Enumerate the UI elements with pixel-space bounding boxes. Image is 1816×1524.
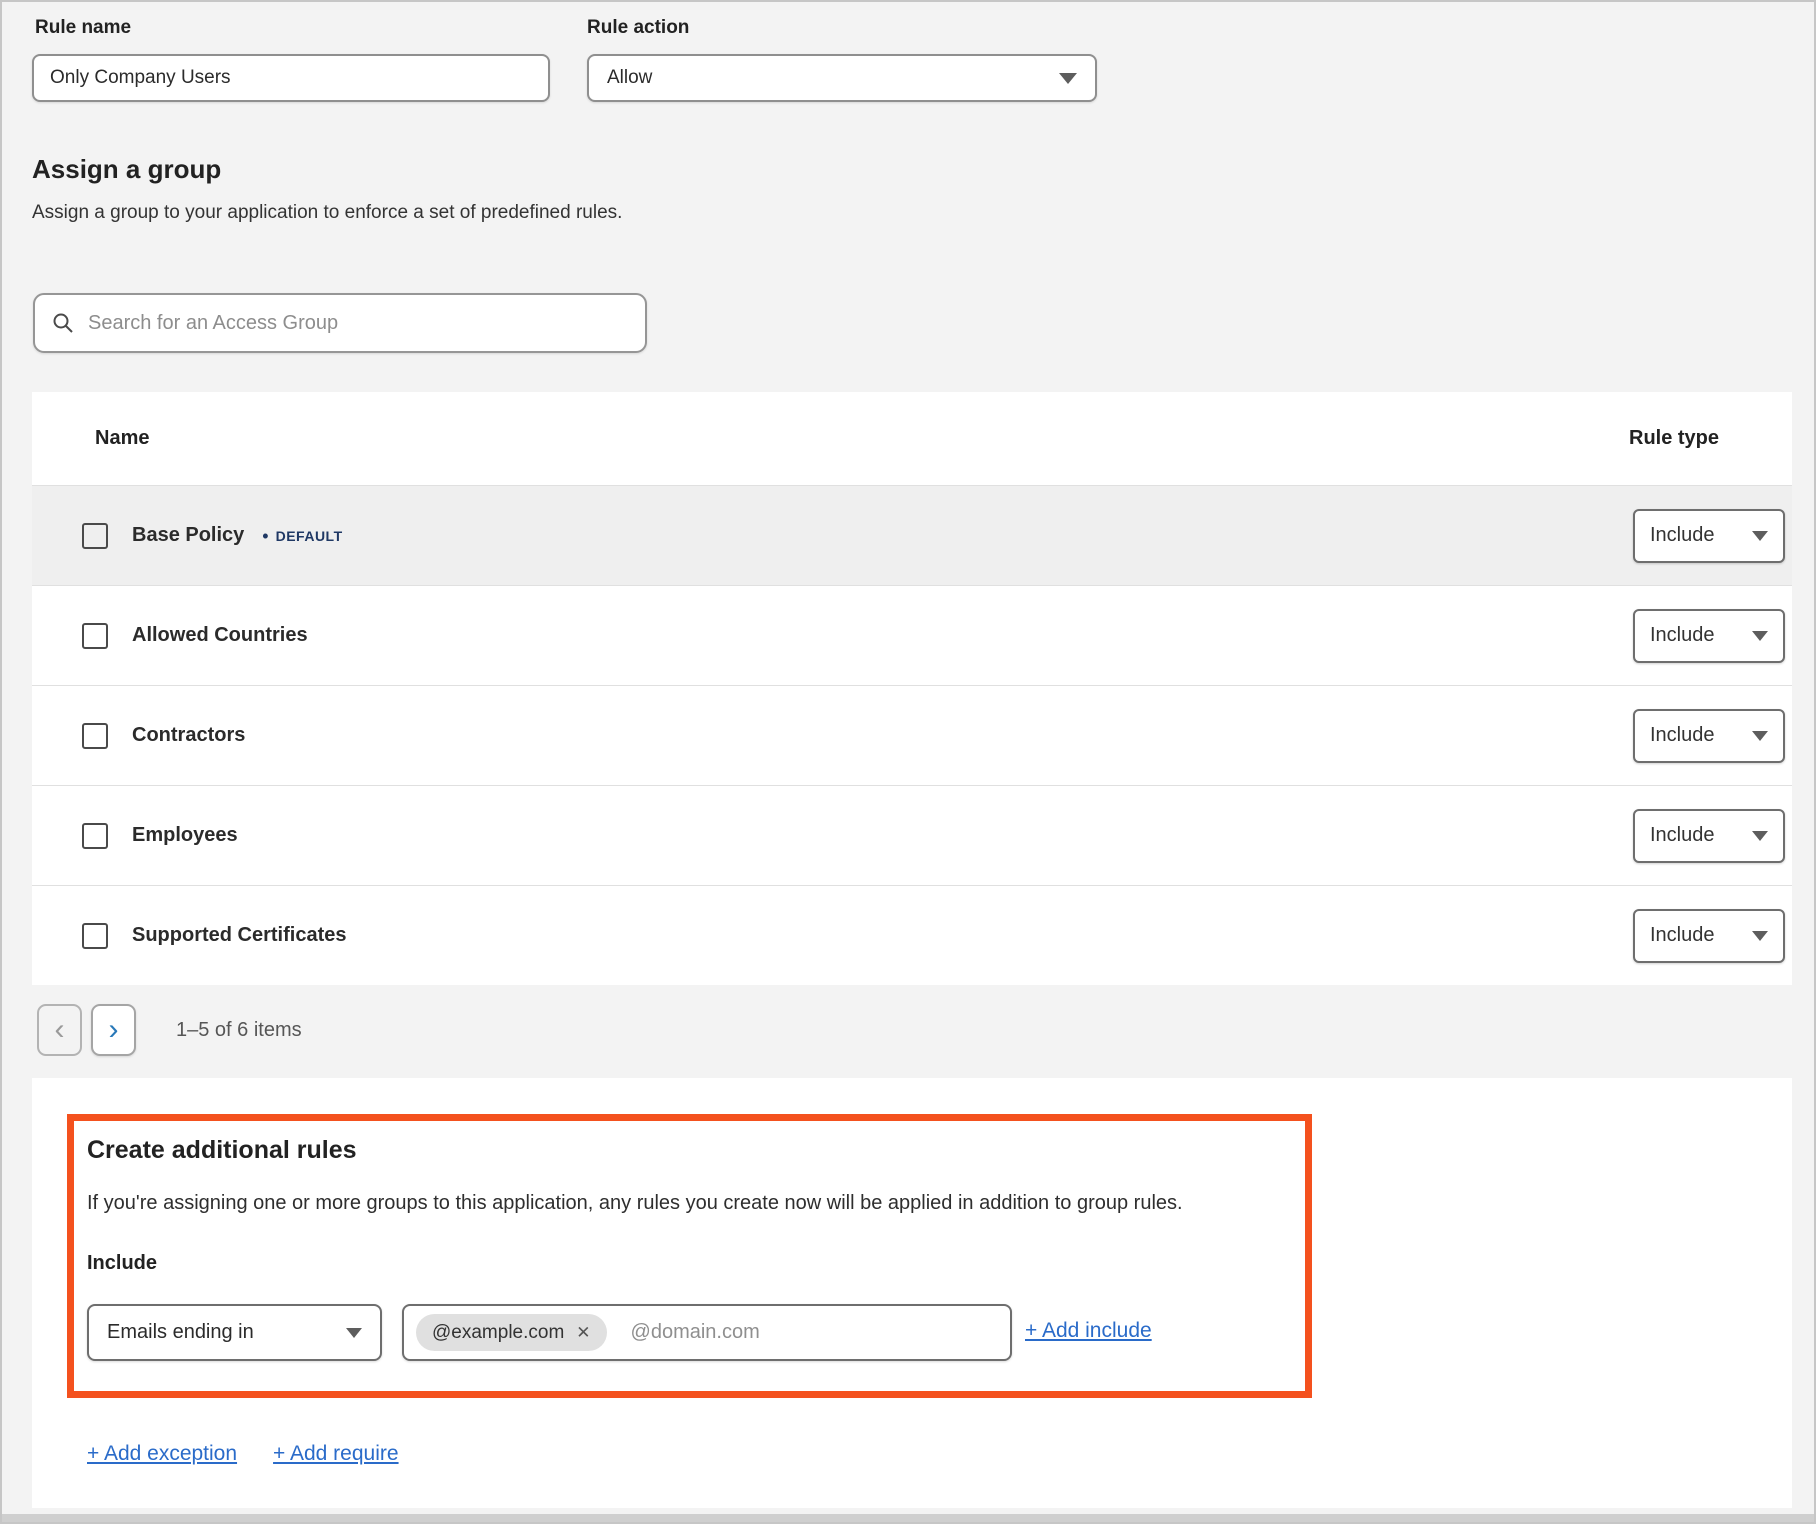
- rule-type-value: Include: [1650, 724, 1715, 747]
- rule-type-select[interactable]: Include: [1633, 509, 1785, 563]
- include-condition-value: Emails ending in: [107, 1321, 254, 1344]
- rule-type-select[interactable]: Include: [1633, 809, 1785, 863]
- chevron-down-icon: [1752, 631, 1768, 641]
- pagination: ‹ › 1–5 of 6 items: [37, 1004, 302, 1056]
- default-badge: • DEFAULT: [262, 527, 342, 545]
- table-row: Supported Certificates Include: [32, 885, 1792, 985]
- access-group-search: [33, 293, 647, 353]
- chevron-left-icon: ‹: [55, 1015, 65, 1045]
- table-row: Employees Include: [32, 785, 1792, 885]
- rule-action-label: Rule action: [587, 17, 689, 39]
- add-exception-link[interactable]: + Add exception: [87, 1442, 237, 1466]
- rule-type-value: Include: [1650, 524, 1715, 547]
- row-checkbox[interactable]: [82, 623, 108, 649]
- assign-group-description: Assign a group to your application to en…: [32, 202, 622, 224]
- rule-action-select[interactable]: Allow: [587, 54, 1097, 102]
- badge-dot: •: [262, 527, 268, 545]
- row-name: Contractors: [132, 724, 245, 747]
- chevron-right-icon: ›: [109, 1015, 119, 1045]
- group-table-body: Base Policy • DEFAULT Include Allowed Co…: [32, 485, 1792, 985]
- chevron-down-icon: [1752, 531, 1768, 541]
- row-name: Base Policy: [132, 524, 244, 547]
- row-name: Employees: [132, 824, 238, 847]
- rule-name-label: Rule name: [35, 17, 131, 39]
- rule-editor-page: Rule name Rule action Allow Assign a gro…: [0, 0, 1816, 1524]
- previous-page-button[interactable]: ‹: [37, 1004, 82, 1056]
- row-checkbox[interactable]: [82, 823, 108, 849]
- horizontal-scrollbar[interactable]: [2, 1514, 1814, 1522]
- table-row: Base Policy • DEFAULT Include: [32, 485, 1792, 585]
- rule-type-value: Include: [1650, 624, 1715, 647]
- column-header-rule-type: Rule type: [1629, 427, 1719, 450]
- chip-label: @example.com: [432, 1322, 564, 1344]
- row-name: Allowed Countries: [132, 624, 308, 647]
- chip-remove-icon[interactable]: ✕: [576, 1324, 590, 1341]
- assign-group-title: Assign a group: [32, 154, 221, 185]
- email-domain-input[interactable]: [631, 1321, 998, 1344]
- next-page-button[interactable]: ›: [91, 1004, 136, 1056]
- include-condition-select[interactable]: Emails ending in: [87, 1304, 382, 1361]
- pagination-range-label: 1–5 of 6 items: [176, 1019, 302, 1042]
- access-group-table: Name Rule type Base Policy • DEFAULT Inc…: [32, 392, 1792, 985]
- chevron-down-icon: [1752, 931, 1768, 941]
- rule-name-input[interactable]: [32, 54, 550, 102]
- search-icon: [52, 312, 74, 334]
- row-checkbox[interactable]: [82, 723, 108, 749]
- additional-rules-title: Create additional rules: [87, 1136, 357, 1165]
- search-input[interactable]: [88, 312, 628, 335]
- email-domain-field: @example.com ✕: [402, 1304, 1012, 1361]
- row-name: Supported Certificates: [132, 924, 346, 947]
- column-header-name: Name: [95, 427, 149, 450]
- chevron-down-icon: [346, 1328, 362, 1338]
- rule-type-select[interactable]: Include: [1633, 709, 1785, 763]
- table-header-row: Name Rule type: [32, 392, 1792, 485]
- table-row: Allowed Countries Include: [32, 585, 1792, 685]
- badge-label: DEFAULT: [276, 528, 343, 544]
- email-domain-chip: @example.com ✕: [416, 1314, 607, 1351]
- row-checkbox[interactable]: [82, 923, 108, 949]
- chevron-down-icon: [1752, 831, 1768, 841]
- rule-links: + Add exception + Add require: [87, 1442, 399, 1466]
- rule-type-value: Include: [1650, 824, 1715, 847]
- rule-type-select[interactable]: Include: [1633, 909, 1785, 963]
- chevron-down-icon: [1752, 731, 1768, 741]
- additional-rules-description: If you're assigning one or more groups t…: [87, 1192, 1183, 1215]
- chevron-down-icon: [1059, 73, 1077, 84]
- rule-action-value: Allow: [607, 67, 652, 89]
- rule-type-value: Include: [1650, 924, 1715, 947]
- table-row: Contractors Include: [32, 685, 1792, 785]
- include-section-label: Include: [87, 1252, 157, 1275]
- additional-rules-card: Create additional rules If you're assign…: [32, 1078, 1792, 1508]
- add-include-link[interactable]: + Add include: [1025, 1319, 1152, 1343]
- rule-type-select[interactable]: Include: [1633, 609, 1785, 663]
- add-require-link[interactable]: + Add require: [273, 1442, 399, 1466]
- row-checkbox[interactable]: [82, 523, 108, 549]
